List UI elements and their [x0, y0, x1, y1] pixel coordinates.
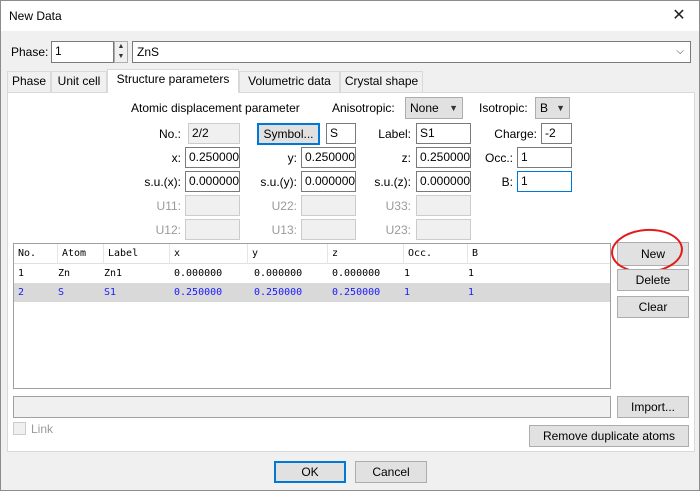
import-button[interactable]: Import...: [617, 396, 689, 418]
u12-field: [185, 219, 240, 240]
u33-label: U33:: [385, 199, 411, 213]
table-cell: 1: [18, 268, 25, 279]
chevron-down-icon: ▼: [449, 103, 458, 113]
charge-label: Charge:: [494, 127, 537, 141]
table-cell: 0.250000: [332, 287, 381, 298]
table-cell: 1: [404, 287, 411, 298]
clear-button[interactable]: Clear: [617, 296, 689, 318]
title-bar: New Data ✕: [1, 1, 699, 31]
anisotropic-select[interactable]: None ▼: [405, 97, 463, 119]
u11-field: [185, 195, 240, 216]
ok-button[interactable]: OK: [274, 461, 346, 483]
table-cell: 1: [468, 287, 475, 298]
column-header[interactable]: y: [248, 244, 328, 264]
table-cell: Zn: [58, 268, 71, 279]
charge-field[interactable]: -2: [541, 123, 572, 144]
u22-label: U22:: [271, 199, 297, 213]
tab-unit-cell[interactable]: Unit cell: [51, 71, 107, 92]
table-row[interactable]: 1 Zn Zn1 0.000000 0.000000 0.000000 1 1: [14, 264, 610, 283]
u12-label: U12:: [155, 223, 181, 237]
u23-field: [416, 219, 471, 240]
import-path-field[interactable]: [13, 396, 611, 418]
link-checkbox: [13, 422, 26, 435]
suz-field[interactable]: 0.000000: [416, 171, 471, 192]
no-label: No.:: [158, 127, 181, 141]
table-cell: 0.000000: [332, 268, 381, 279]
symbol-button[interactable]: Symbol...: [257, 123, 320, 145]
anisotropic-label: Anisotropic:: [332, 101, 395, 115]
chevron-down-icon: ▼: [556, 103, 565, 113]
u11-label: U11:: [156, 199, 181, 213]
occ-label: Occ.:: [484, 151, 513, 165]
column-header[interactable]: Label: [104, 244, 170, 264]
window-title: New Data: [9, 9, 62, 23]
link-label: Link: [31, 422, 54, 436]
z-label: z:: [401, 151, 411, 165]
tab-structure-parameters[interactable]: Structure parameters: [107, 69, 239, 93]
phase-spinner[interactable]: ▲ ▼: [114, 41, 128, 63]
table-cell: Zn1: [104, 268, 123, 279]
sux-field[interactable]: 0.000000: [185, 171, 240, 192]
cancel-button[interactable]: Cancel: [355, 461, 427, 483]
phase-name-value: ZnS: [137, 45, 160, 59]
symbol-field[interactable]: S: [326, 123, 356, 144]
table-cell: 1: [404, 268, 411, 279]
sux-label: s.u.(x):: [144, 175, 181, 189]
b-field[interactable]: 1: [517, 171, 572, 192]
atom-table[interactable]: No. Atom Label x y z Occ. B 1 Zn Zn1 0.0…: [13, 243, 611, 389]
close-icon[interactable]: ✕: [669, 6, 689, 26]
new-data-dialog: New Data ✕ Phase: 1 ▲ ▼ ZnS ⌵ Phase Unit …: [0, 0, 700, 491]
isotropic-label: Isotropic:: [479, 101, 528, 115]
column-header[interactable]: Atom: [58, 244, 104, 264]
table-cell: 0.250000: [254, 287, 303, 298]
y-label: y:: [287, 151, 297, 165]
b-label: B:: [501, 175, 513, 189]
anisotropic-value: None: [410, 101, 439, 115]
table-cell: S: [58, 287, 65, 298]
table-cell: 2: [18, 287, 25, 298]
table-header: No. Atom Label x y z Occ. B: [14, 244, 610, 264]
z-field[interactable]: 0.250000: [416, 147, 471, 168]
u13-field: [301, 219, 356, 240]
table-cell: 0.000000: [174, 268, 223, 279]
suy-label: s.u.(y):: [260, 175, 297, 189]
x-field[interactable]: 0.250000: [185, 147, 240, 168]
u22-field: [301, 195, 356, 216]
label-field[interactable]: S1: [416, 123, 471, 144]
column-header[interactable]: No.: [14, 244, 58, 264]
u23-label: U23:: [385, 223, 411, 237]
isotropic-value: B: [540, 101, 549, 115]
table-cell: 1: [468, 268, 475, 279]
no-field: 2/2: [188, 123, 240, 144]
u13-label: U13:: [271, 223, 297, 237]
phase-label: Phase:: [11, 45, 49, 59]
adp-title: Atomic displacement parameter: [131, 101, 300, 115]
column-header[interactable]: B: [468, 244, 610, 264]
suz-label: s.u.(z):: [374, 175, 411, 189]
delete-button[interactable]: Delete: [617, 269, 689, 291]
phase-number-field[interactable]: 1: [51, 41, 114, 63]
chevron-down-icon: ⌵: [676, 46, 684, 57]
tab-volumetric-data[interactable]: Volumetric data: [239, 71, 340, 92]
column-header[interactable]: x: [170, 244, 248, 264]
column-header[interactable]: Occ.: [404, 244, 468, 264]
isotropic-select[interactable]: B ▼: [535, 97, 570, 119]
table-cell: 0.000000: [254, 268, 303, 279]
suy-field[interactable]: 0.000000: [301, 171, 356, 192]
remove-duplicate-atoms-button[interactable]: Remove duplicate atoms: [529, 425, 689, 447]
phase-name-combo[interactable]: ZnS ⌵: [132, 41, 691, 63]
occ-field[interactable]: 1: [517, 147, 572, 168]
table-cell: 0.250000: [174, 287, 223, 298]
label-label: Label:: [378, 127, 411, 141]
column-header[interactable]: z: [328, 244, 404, 264]
tab-crystal-shape[interactable]: Crystal shape: [340, 71, 423, 92]
y-field[interactable]: 0.250000: [301, 147, 356, 168]
tab-phase[interactable]: Phase: [7, 71, 51, 92]
u33-field: [416, 195, 471, 216]
table-row-selected[interactable]: 2 S S1 0.250000 0.250000 0.250000 1 1: [14, 283, 610, 302]
x-label: x:: [171, 151, 181, 165]
table-cell: S1: [104, 287, 117, 298]
